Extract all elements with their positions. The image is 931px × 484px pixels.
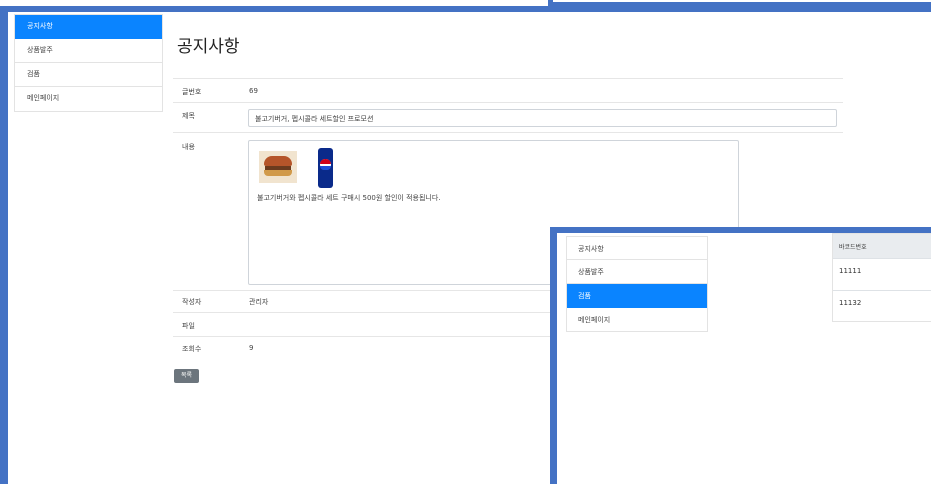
sidebar: 공지사항 상품발주 검품 메인페이지 xyxy=(566,236,708,332)
table-row[interactable]: 11111 xyxy=(833,259,931,291)
sidebar-item-label: 검품 xyxy=(27,70,40,78)
sidebar-item-inspection[interactable]: 검품 xyxy=(15,63,162,87)
front-window: 공지사항 상품발주 검품 메인페이지 바코드번호 11111 11132 xyxy=(557,233,931,484)
post-number-row: 글번호 69 xyxy=(173,78,843,103)
author-label: 작성자 xyxy=(182,298,202,306)
sidebar-item-notice[interactable]: 공지사항 xyxy=(15,15,162,39)
sidebar-item-label: 공지사항 xyxy=(578,245,604,253)
post-number-label: 글번호 xyxy=(182,88,202,96)
sidebar-item-label: 상품발주 xyxy=(578,268,604,276)
sidebar-item-label: 공지사항 xyxy=(27,22,53,30)
sidebar: 공지사항 상품발주 검품 메인페이지 xyxy=(14,14,163,112)
content-text: 불고기버거와 펩시콜라 세트 구매시 500원 할인이 적용됩니다. xyxy=(257,194,441,202)
sidebar-item-label: 검품 xyxy=(578,292,591,300)
post-number-value: 69 xyxy=(249,87,258,95)
subject-row: 제목 불고기버거, 펩시콜라 세트할인 프로모션 xyxy=(173,102,843,133)
sidebar-item-label: 메인페이지 xyxy=(27,94,60,102)
list-button[interactable]: 목록 xyxy=(174,369,199,383)
sidebar-item-main[interactable]: 메인페이지 xyxy=(567,308,707,331)
subject-value: 불고기버거, 펩시콜라 세트할인 프로모션 xyxy=(255,115,374,123)
barcode-cell: 11132 xyxy=(839,299,862,307)
table-row[interactable]: 11132 xyxy=(833,291,931,321)
sidebar-item-main[interactable]: 메인페이지 xyxy=(15,87,162,111)
barcode-cell: 11111 xyxy=(839,267,862,275)
file-label: 파일 xyxy=(182,322,195,330)
subject-field[interactable]: 불고기버거, 펩시콜라 세트할인 프로모션 xyxy=(248,109,837,127)
content-label: 내용 xyxy=(182,143,195,151)
burger-image xyxy=(259,151,297,183)
views-label: 조회수 xyxy=(182,345,202,353)
sidebar-item-order[interactable]: 상품발주 xyxy=(15,39,162,63)
barcode-table: 바코드번호 11111 11132 xyxy=(832,233,931,322)
sidebar-item-order[interactable]: 상품발주 xyxy=(567,260,707,284)
subject-label: 제목 xyxy=(182,112,195,120)
sidebar-item-notice[interactable]: 공지사항 xyxy=(567,237,707,260)
author-value: 관리자 xyxy=(249,298,269,306)
views-value: 9 xyxy=(249,344,254,352)
sidebar-item-label: 메인페이지 xyxy=(578,316,611,324)
sidebar-item-inspection[interactable]: 검품 xyxy=(567,284,707,308)
barcode-header: 바코드번호 xyxy=(839,244,867,251)
sidebar-item-label: 상품발주 xyxy=(27,46,53,54)
table-header: 바코드번호 xyxy=(833,234,931,259)
page-title: 공지사항 xyxy=(177,37,240,57)
pepsi-can-image xyxy=(313,145,339,191)
